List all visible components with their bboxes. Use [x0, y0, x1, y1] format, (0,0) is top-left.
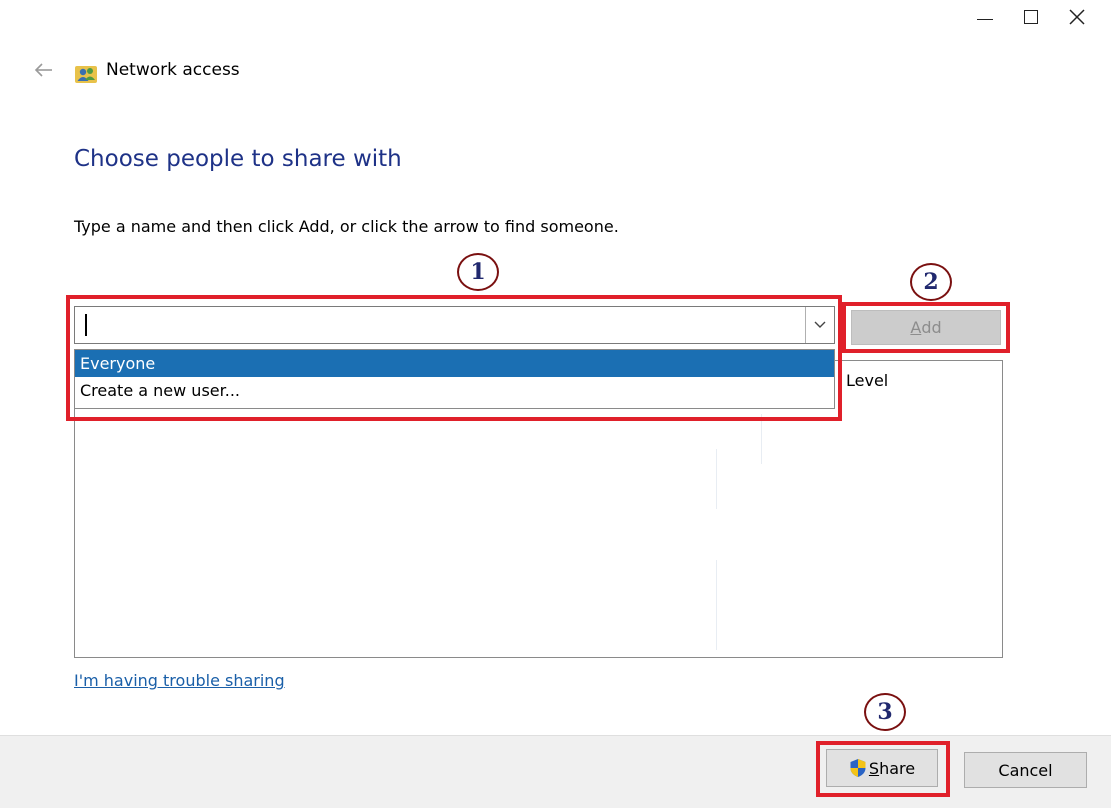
- page-heading: Choose people to share with: [74, 146, 402, 172]
- callout-box-3: [816, 741, 950, 797]
- close-icon: [1069, 9, 1085, 25]
- step-marker-2: 2: [910, 263, 952, 301]
- column-divider: [716, 560, 717, 650]
- column-divider: [761, 414, 762, 464]
- maximize-icon: [1024, 10, 1038, 24]
- window-title: Network access: [106, 60, 240, 80]
- cancel-button[interactable]: Cancel: [964, 752, 1087, 788]
- trouble-sharing-link[interactable]: I'm having trouble sharing: [74, 671, 285, 690]
- minimize-button[interactable]: [962, 0, 1008, 34]
- network-users-icon: [75, 66, 97, 83]
- close-button[interactable]: [1054, 0, 1100, 34]
- callout-box-1: [66, 295, 842, 421]
- step-marker-1: 1: [457, 253, 499, 291]
- callout-box-2: [842, 302, 1010, 353]
- instructions-text: Type a name and then click Add, or click…: [74, 217, 619, 236]
- maximize-button[interactable]: [1008, 0, 1054, 34]
- minimize-icon: [977, 18, 993, 20]
- back-arrow-icon[interactable]: [32, 58, 56, 82]
- step-marker-3: 3: [864, 693, 906, 731]
- column-header-permission-level[interactable]: Level: [846, 371, 888, 390]
- column-divider: [716, 449, 717, 509]
